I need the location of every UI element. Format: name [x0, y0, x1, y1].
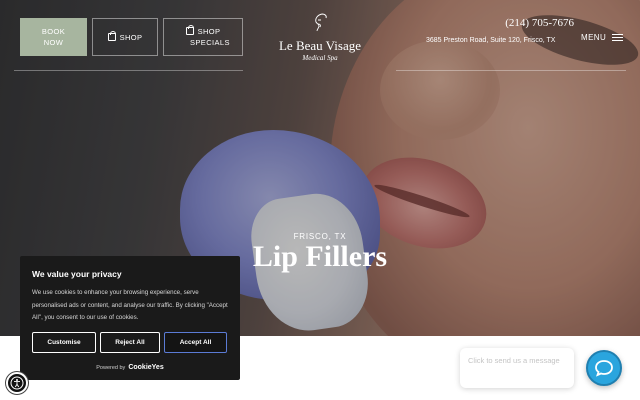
accept-all-button[interactable]: Accept All [164, 332, 227, 353]
logo-face-icon [315, 13, 327, 32]
site-logo[interactable]: Le Beau Visage Medical Spa [272, 12, 368, 62]
shopping-bag-icon [107, 31, 116, 41]
page: BOOK NOW SHOP SHOP SPECIALS Le Beau Visa… [0, 0, 640, 400]
cookie-consent-banner: We value your privacy We use cookies to … [20, 256, 240, 380]
shop-specials-button[interactable]: SHOP SPECIALS [163, 18, 243, 56]
address-link[interactable]: 3685 Preston Road, Suite 120, Frisco, TX [426, 37, 555, 44]
header-divider-right [396, 70, 626, 71]
powered-by-label: Powered by [96, 365, 126, 371]
book-now-button[interactable]: BOOK NOW [20, 18, 87, 56]
chat-button[interactable] [586, 350, 622, 386]
phone-link[interactable]: (214) 705-7676 [505, 17, 574, 29]
menu-button[interactable]: MENU [581, 33, 624, 42]
customise-button[interactable]: Customise [32, 332, 96, 353]
header-divider-left [14, 70, 243, 71]
cookie-title: We value your privacy [32, 269, 122, 279]
shop-label: SHOP [119, 32, 143, 42]
chat-prompt-bubble[interactable]: Click to send us a message [460, 348, 574, 388]
menu-label: MENU [581, 33, 607, 42]
shopping-bag-icon [186, 25, 194, 35]
cookieyes-brand[interactable]: CookieYes [128, 364, 163, 371]
shop-button[interactable]: SHOP [92, 18, 158, 56]
reject-all-button[interactable]: Reject All [100, 332, 160, 353]
accessibility-button[interactable] [6, 372, 28, 394]
powered-by: Powered by CookieYes [20, 364, 240, 371]
book-now-label: BOOK NOW [41, 27, 66, 47]
accessibility-icon [10, 376, 24, 390]
logo-subtitle: Medical Spa [302, 54, 338, 62]
cookie-description: We use cookies to enhance your browsing … [32, 289, 228, 321]
chat-icon [595, 360, 613, 377]
logo-name: Le Beau Visage [278, 38, 361, 53]
hamburger-menu-icon [612, 34, 624, 41]
